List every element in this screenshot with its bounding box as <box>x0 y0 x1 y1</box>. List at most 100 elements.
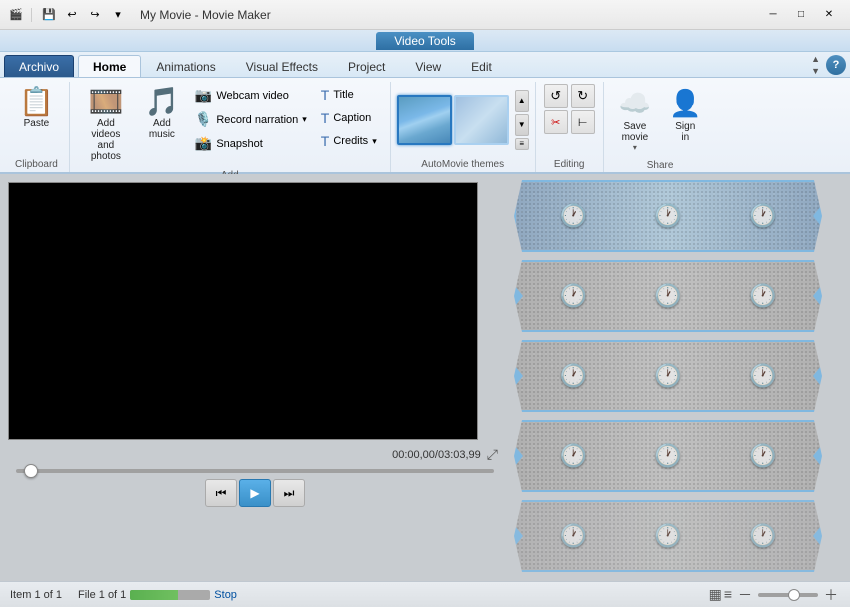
add-videos-button[interactable]: 🎞️ Add videos and photos <box>78 84 134 166</box>
tab-view[interactable]: View <box>400 55 456 77</box>
redo-btn[interactable]: ↪ <box>85 5 105 25</box>
editing-content: ↺ ↻ ✂ ⊢ <box>544 84 595 155</box>
editing-group: ↺ ↻ ✂ ⊢ Editing <box>536 82 604 172</box>
status-bar: Item 1 of 1 File 1 of 1 Stop ▦ ≡ － ＋ <box>0 581 850 607</box>
clipboard-group: 📋 Paste Clipboard <box>4 82 70 172</box>
strip-notch-right-3 <box>813 366 821 386</box>
clock-icon-4b: 🕐 <box>654 443 681 469</box>
zoom-slider[interactable] <box>758 593 818 597</box>
editing-row1: ↺ ↻ <box>544 84 595 108</box>
clock-icon-5a: 🕐 <box>560 523 587 549</box>
timeline-view-icon[interactable]: ≡ <box>724 586 732 603</box>
play-button[interactable]: ▶ <box>239 479 271 507</box>
split-btn[interactable]: ⊢ <box>571 110 595 134</box>
clipboard-content: 📋 Paste <box>12 84 61 155</box>
trim-btn[interactable]: ✂ <box>544 110 568 134</box>
maximize-button[interactable]: □ <box>788 5 814 25</box>
save-movie-dropdown[interactable]: ▾ <box>633 143 637 152</box>
strip-notch-left-3 <box>515 366 523 386</box>
editing-icons: ↺ ↻ ✂ ⊢ <box>544 84 595 134</box>
save-movie-button[interactable]: ☁️ Save movie ▾ <box>612 84 658 156</box>
snapshot-button[interactable]: 📸 Snapshot <box>190 132 312 155</box>
expand-icon[interactable]: ⤢ <box>487 446 498 463</box>
separator <box>31 8 32 22</box>
close-button[interactable]: ✕ <box>816 5 842 25</box>
zoom-in-btn[interactable]: ＋ <box>822 585 840 605</box>
preview-panel: 00:00,00/03:03,99 ⤢ ⏮ ▶ ⏭ <box>0 174 510 581</box>
clock-icon-4a: 🕐 <box>560 443 587 469</box>
rewind-button[interactable]: ⏮ <box>205 479 237 507</box>
help-button[interactable]: ? <box>826 55 846 75</box>
save-quick-btn[interactable]: 💾 <box>39 5 59 25</box>
title-icon: T <box>321 87 330 103</box>
film-strip-1[interactable]: 🕐 🕐 🕐 <box>514 180 822 252</box>
sign-in-button[interactable]: 👤 Sign in <box>662 84 708 147</box>
video-preview[interactable] <box>8 182 478 440</box>
ribbon-scroll: ▲ ▼ <box>809 53 822 77</box>
editing-label: Editing <box>544 157 595 172</box>
webcam-video-button[interactable]: 📷 Webcam video <box>190 84 312 107</box>
rotate-left-btn[interactable]: ↺ <box>544 84 568 108</box>
clock-icon-3a: 🕐 <box>560 363 587 389</box>
credits-button[interactable]: T Credits ▾ <box>316 130 382 152</box>
theme-scroll-down[interactable]: ▼ <box>515 114 529 136</box>
tab-visual-effects[interactable]: Visual Effects <box>231 55 333 77</box>
progress-track[interactable] <box>16 469 494 473</box>
file-progress-fill <box>130 590 178 600</box>
tab-archivo[interactable]: Archivo <box>4 55 74 77</box>
clock-icon-3b: 🕐 <box>654 363 681 389</box>
theme-landscape[interactable] <box>397 95 452 145</box>
film-strip-5[interactable]: 🕐 🕐 🕐 <box>514 500 822 572</box>
tab-project[interactable]: Project <box>333 55 400 77</box>
paste-button[interactable]: 📋 Paste <box>12 84 61 133</box>
film-strip-2[interactable]: 🕐 🕐 🕐 <box>514 260 822 332</box>
title-button[interactable]: T Title <box>316 84 382 106</box>
storyboard-scroll[interactable]: 🕐 🕐 🕐 🕐 🕐 🕐 <box>510 174 850 581</box>
theme-scroll-up[interactable]: ▲ <box>515 90 529 112</box>
clock-icon-1b: 🕐 <box>654 203 681 229</box>
video-tools-label: Video Tools <box>376 32 474 50</box>
automovie-content: ▲ ▼ ≡ <box>397 84 529 155</box>
title-bar: 🎬 💾 ↩ ↪ ▾ My Movie - Movie Maker ─ □ ✕ <box>0 0 850 30</box>
film-strip-4[interactable]: 🕐 🕐 🕐 <box>514 420 822 492</box>
storyboard-view-icon[interactable]: ▦ <box>709 586 722 603</box>
storyboard-panel: 🕐 🕐 🕐 🕐 🕐 🕐 <box>510 174 850 581</box>
clock-icon-2c: 🕐 <box>749 283 776 309</box>
film-content-5: 🕐 🕐 🕐 <box>516 502 820 570</box>
caption-button[interactable]: T Caption <box>316 107 382 129</box>
caption-icon: T <box>321 110 330 126</box>
tab-animations[interactable]: Animations <box>141 55 230 77</box>
share-content: ☁️ Save movie ▾ 👤 Sign in <box>612 84 709 156</box>
strip-notch-right-1 <box>813 206 821 226</box>
credits-dropdown[interactable]: ▾ <box>372 136 377 147</box>
add-group: 🎞️ Add videos and photos 🎵 Add music 📷 W… <box>70 82 391 172</box>
strip-notch-left-4 <box>515 446 523 466</box>
tab-edit[interactable]: Edit <box>456 55 507 77</box>
tab-home[interactable]: Home <box>78 55 141 77</box>
app-icon: 🎬 <box>8 7 24 23</box>
ribbon-right-controls: ▲ ▼ ? <box>809 53 846 77</box>
zoom-out-btn[interactable]: － <box>736 585 754 605</box>
strip-notch-right-2 <box>813 286 821 306</box>
film-strip-3[interactable]: 🕐 🕐 🕐 <box>514 340 822 412</box>
theme-scroll: ▲ ▼ ≡ <box>515 90 529 150</box>
step-forward-button[interactable]: ⏭ <box>273 479 305 507</box>
narration-dropdown[interactable]: ▾ <box>302 114 307 125</box>
zoom-thumb[interactable] <box>788 589 800 601</box>
ribbon-up-arrow[interactable]: ▲ <box>811 53 820 65</box>
undo-btn[interactable]: ↩ <box>62 5 82 25</box>
minimize-button[interactable]: ─ <box>760 5 786 25</box>
strip-notch-right-5 <box>813 526 821 546</box>
progress-thumb[interactable] <box>24 464 38 478</box>
theme-blue[interactable] <box>454 95 509 145</box>
record-narration-button[interactable]: 🎙️ Record narration ▾ <box>190 108 312 131</box>
controls-row: ⏮ ▶ ⏭ <box>8 479 502 507</box>
add-videos-icon: 🎞️ <box>88 88 123 116</box>
rotate-right-btn[interactable]: ↻ <box>571 84 595 108</box>
add-music-button[interactable]: 🎵 Add music <box>138 84 186 144</box>
title-bar-left: 🎬 💾 ↩ ↪ ▾ My Movie - Movie Maker <box>8 5 760 25</box>
add-music-icon: 🎵 <box>144 88 179 116</box>
ribbon-down-arrow[interactable]: ▼ <box>811 65 820 77</box>
dropdown-arrow[interactable]: ▾ <box>108 5 128 25</box>
theme-more[interactable]: ≡ <box>515 138 529 150</box>
